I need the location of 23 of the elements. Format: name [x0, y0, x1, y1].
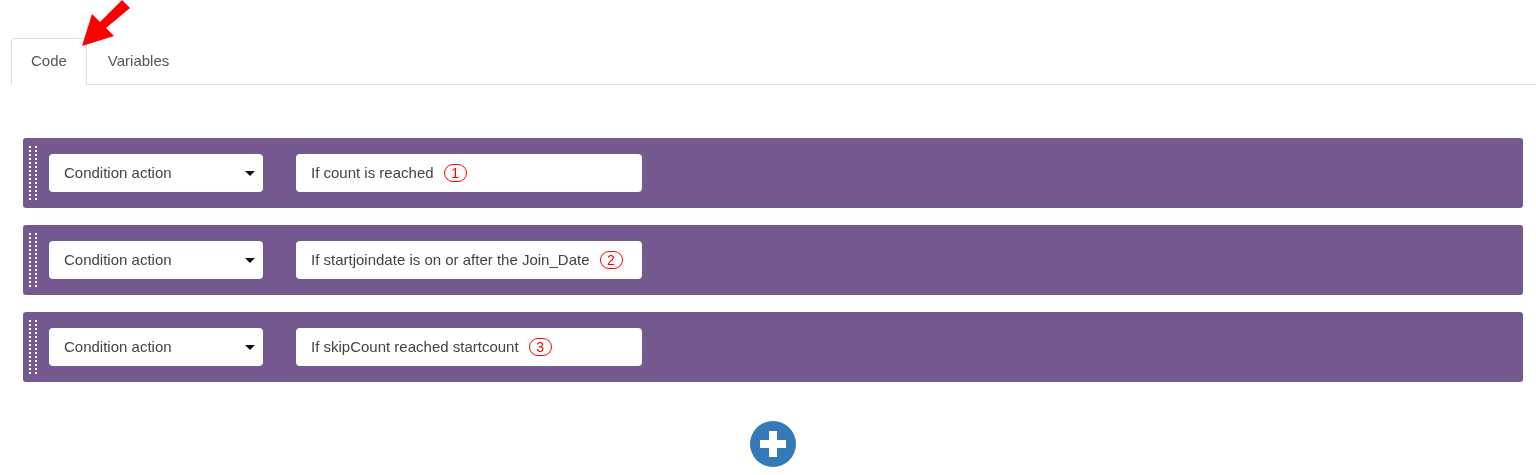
condition-text: If skipCount reached startcount: [311, 336, 519, 357]
add-button[interactable]: [750, 421, 796, 467]
tab[interactable]: Variables: [86, 38, 191, 84]
condition-field[interactable]: If startjoindate is on or after the Join_Date 2: [296, 241, 642, 279]
action-type-dropdown[interactable]: Condition action: [49, 241, 263, 279]
caret-down-icon: [245, 344, 255, 350]
condition-field[interactable]: If skipCount reached startcount 3: [296, 328, 642, 366]
caret-down-icon: [245, 257, 255, 263]
action-type-dropdown[interactable]: Condition action: [49, 328, 263, 366]
arrow-annotation-icon: [80, 0, 132, 48]
drag-handle-icon[interactable]: [29, 146, 37, 200]
action-type-dropdown[interactable]: Condition action: [49, 154, 263, 192]
tab[interactable]: Code: [11, 38, 87, 85]
dropdown-value: Condition action: [64, 336, 172, 357]
dropdown-value: Condition action: [64, 162, 172, 183]
drag-handle-icon[interactable]: [29, 233, 37, 287]
dropdown-value: Condition action: [64, 249, 172, 270]
plus-icon: [760, 431, 786, 457]
condition-text: If count is reached: [311, 162, 434, 183]
condition-text: If startjoindate is on or after the Join_Date: [311, 249, 590, 270]
caret-down-icon: [245, 170, 255, 176]
drag-handle-icon[interactable]: [29, 320, 37, 374]
condition-field[interactable]: If count is reached 1: [296, 154, 642, 192]
